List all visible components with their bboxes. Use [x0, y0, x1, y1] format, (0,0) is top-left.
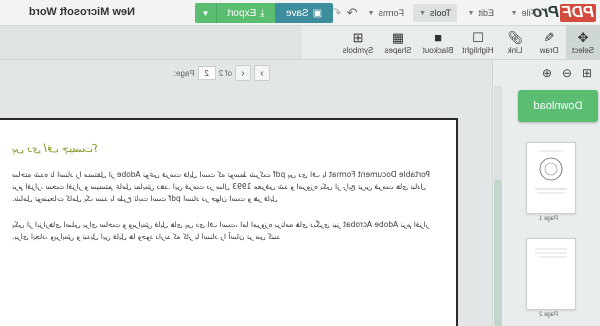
export-button[interactable]: ⤓ Export: [217, 3, 275, 23]
chevron-down-icon: ▼: [367, 9, 375, 17]
menu-file[interactable]: File ▼: [505, 4, 542, 22]
save-label: Save: [285, 7, 309, 19]
page-thumbnail-label: Page 2: [538, 312, 558, 318]
page-thumbnail-label: Page 1: [538, 216, 558, 222]
link-icon: 🔗︎: [506, 30, 524, 45]
redo-icon[interactable]: ↷: [344, 5, 360, 21]
download-button[interactable]: Download: [518, 90, 598, 122]
document-heading: پی دی اف چیست؟: [12, 142, 100, 155]
tool-highlight[interactable]: ☐ Highlight: [458, 26, 498, 60]
save-button[interactable]: ▣ Save: [275, 3, 333, 23]
export-label: Export: [227, 7, 257, 19]
tool-link[interactable]: 🔗︎ Link: [498, 26, 532, 60]
zoom-out-icon[interactable]: ⊖: [560, 66, 574, 80]
menu-tools[interactable]: Tools ▼: [413, 4, 457, 22]
save-icon: ▣: [312, 7, 323, 19]
menu-forms[interactable]: Forms ▼: [362, 4, 410, 22]
page-thumbnail-2[interactable]: [526, 238, 576, 310]
shapes-icon: ▦: [391, 30, 405, 45]
page-thumbnail-1[interactable]: [526, 142, 576, 214]
export-dropdown-button[interactable]: ▼: [195, 3, 217, 23]
chevron-down-icon: ▼: [419, 9, 426, 17]
next-page-button[interactable]: ›: [254, 65, 270, 81]
document-title: New Microsoft Word: [28, 6, 135, 18]
tools-ribbon: ✥ Select ✎ Draw 🔗︎ Link ☐ Highlight ■ Bl…: [302, 26, 600, 60]
menu-file-label: File: [521, 8, 536, 18]
page-number-input[interactable]: 2: [197, 66, 216, 80]
document-page[interactable]: پی دی اف چیست؟ Portable Document Format …: [0, 118, 458, 326]
blackout-icon: ■: [434, 30, 442, 45]
tool-draw[interactable]: ✎ Draw: [532, 26, 566, 60]
document-paragraph: Portable Document Format پی دی اف یا pdf…: [12, 170, 430, 203]
grid-view-icon[interactable]: ⊞: [580, 66, 594, 80]
tool-draw-label: Draw: [539, 46, 559, 55]
symbols-icon: ⊞: [352, 30, 364, 45]
move-icon: ✥: [577, 30, 589, 45]
panel-scrollbar-thumb[interactable]: [494, 180, 502, 326]
tool-shapes[interactable]: ▦ Shapes: [378, 26, 418, 60]
menu-forms-label: Forms: [378, 8, 405, 18]
page-label: Page:: [173, 68, 195, 78]
page-navigation: › ‹ of 2 2 Page:: [174, 64, 270, 82]
page-count: of 2: [218, 68, 232, 78]
thumbnail-panel: ⊞ ⊖ ⊕ Download Page 1 Page 2: [492, 60, 600, 326]
highlight-icon: ☐: [472, 30, 484, 45]
zoom-in-icon[interactable]: ⊕: [540, 66, 554, 80]
pencil-icon: ✎: [543, 30, 555, 45]
logo-pdf-text: PDF: [560, 4, 596, 22]
top-bar: PDF Pro File ▼ Edit ▼ Tools ▼ Forms ▼ ↷ ↶ ▣ S…: [0, 0, 600, 26]
menu-edit[interactable]: Edit ▼: [462, 4, 500, 22]
tool-shapes-label: Shapes: [384, 46, 412, 55]
page-thumbnail-preview: [535, 150, 567, 194]
tool-select-label: Select: [571, 46, 595, 55]
tool-highlight-label: Highlight: [462, 46, 494, 55]
previous-page-button[interactable]: ‹: [235, 65, 251, 81]
page-content: پی دی اف چیست؟ Portable Document Format …: [12, 142, 442, 257]
tool-symbols-label: Symbols: [342, 46, 374, 55]
panel-toolbar: ⊞ ⊖ ⊕: [492, 60, 600, 86]
tool-select[interactable]: ✥ Select: [566, 26, 600, 60]
tool-blackout[interactable]: ■ Blackout: [418, 26, 458, 60]
page-thumbnail-preview: [535, 248, 567, 258]
tool-symbols[interactable]: ⊞ Symbols: [338, 26, 378, 60]
pdf-editor-app: PDF Pro File ▼ Edit ▼ Tools ▼ Forms ▼ ↷ ↶ ▣ S…: [0, 0, 600, 326]
tool-blackout-label: Blackout: [422, 46, 454, 55]
chevron-down-icon: ▼: [467, 9, 475, 17]
download-icon: ⤓: [260, 7, 265, 19]
chevron-down-icon: ▼: [510, 9, 518, 17]
document-paragraph: نرم افزار Adobe Acrobat یکی از ابزارهای …: [12, 220, 430, 241]
tool-link-label: Link: [507, 46, 523, 55]
ribbon-background: [0, 26, 302, 60]
menu-edit-label: Edit: [478, 8, 494, 18]
menu-tools-label: Tools: [429, 8, 451, 18]
